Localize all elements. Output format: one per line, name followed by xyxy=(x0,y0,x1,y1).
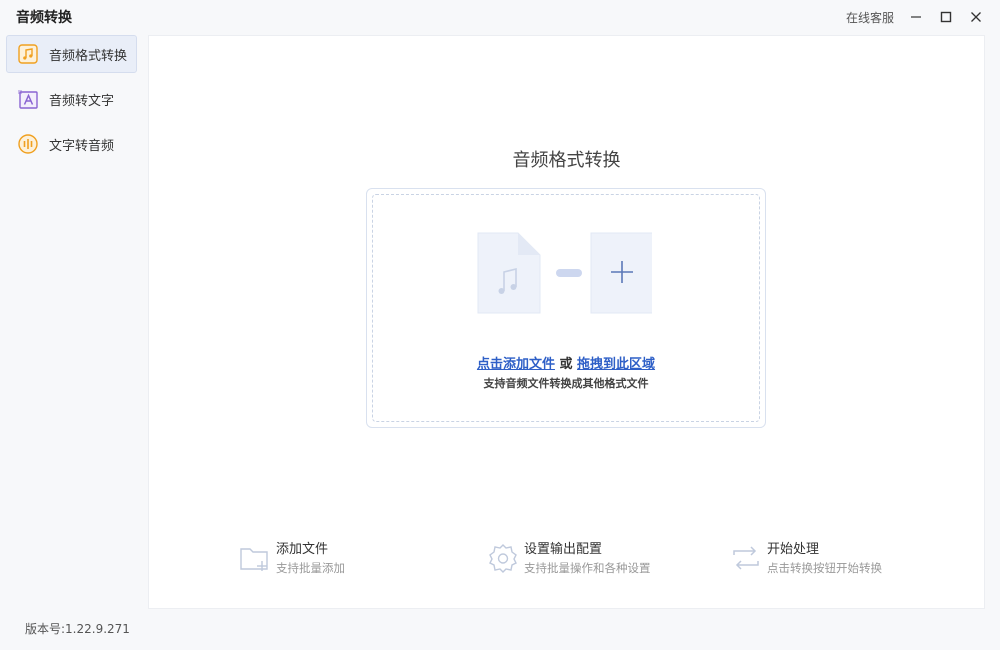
convert-arrows-icon xyxy=(733,546,759,570)
step-output-config: 设置输出配置 支持批量操作和各种设置 xyxy=(486,541,651,577)
app-window: 音频转换 在线客服 音频格式转换 音频转文字 文字转音频 音频格式转换 点击添加… xyxy=(0,0,1000,650)
gear-icon xyxy=(489,544,517,573)
sidebar-item-label: 文字转音频 xyxy=(49,138,115,154)
drop-zone-subtitle: 支持音频文件转换成其他格式文件 xyxy=(483,377,649,390)
minimize-button[interactable] xyxy=(908,9,924,25)
add-file-illustration-icon xyxy=(477,232,652,314)
sidebar-item-audio-to-text[interactable]: 音频转文字 xyxy=(6,80,137,118)
version-label: 版本号:1.22.9.271 xyxy=(25,622,130,636)
close-button[interactable] xyxy=(968,9,984,25)
file-drop-zone[interactable]: 点击添加文件 或 拖拽到此区域 支持音频文件转换成其他格式文件 xyxy=(366,188,766,428)
music-file-icon xyxy=(16,42,40,66)
sound-wave-icon xyxy=(16,132,40,156)
minimize-icon xyxy=(911,16,921,18)
step-desc: 支持批量添加 xyxy=(276,561,345,575)
sidebar-item-label: 音频转文字 xyxy=(49,93,115,109)
step-title: 设置输出配置 xyxy=(524,542,603,557)
step-title: 开始处理 xyxy=(767,542,820,557)
drop-instruction: 点击添加文件 或 拖拽到此区域 xyxy=(367,353,765,372)
online-support-link[interactable]: 在线客服 xyxy=(846,9,894,26)
step-desc: 支持批量操作和各种设置 xyxy=(524,561,651,575)
page-title: 音频格式转换 xyxy=(512,150,621,171)
sidebar-item-text-to-audio[interactable]: 文字转音频 xyxy=(6,125,137,163)
step-desc: 点击转换按钮开始转换 xyxy=(767,561,882,575)
sidebar: 音频格式转换 音频转文字 文字转音频 xyxy=(6,35,137,170)
main-panel: 音频格式转换 点击添加文件 或 拖拽到此区域 支持音频文件转换成其他格式文件 添… xyxy=(148,35,985,609)
maximize-icon xyxy=(940,11,952,23)
step-title: 添加文件 xyxy=(276,542,329,557)
or-text: 或 xyxy=(559,357,573,372)
folder-add-icon xyxy=(240,548,268,571)
sidebar-item-audio-format-convert[interactable]: 音频格式转换 xyxy=(6,35,137,73)
sidebar-item-label: 音频格式转换 xyxy=(49,48,128,64)
window-controls: 在线客服 xyxy=(846,9,984,26)
step-add-file: 添加文件 支持批量添加 xyxy=(238,541,345,577)
maximize-button[interactable] xyxy=(938,9,954,25)
title-bar: 音频转换 在线客服 xyxy=(0,0,1000,34)
add-file-link[interactable]: 点击添加文件 xyxy=(477,357,555,372)
app-title: 音频转换 xyxy=(16,10,72,26)
text-a-icon xyxy=(16,87,40,111)
drag-here-link[interactable]: 拖拽到此区域 xyxy=(577,357,655,372)
step-start-process: 开始处理 点击转换按钮开始转换 xyxy=(729,541,882,577)
close-icon xyxy=(971,12,981,22)
